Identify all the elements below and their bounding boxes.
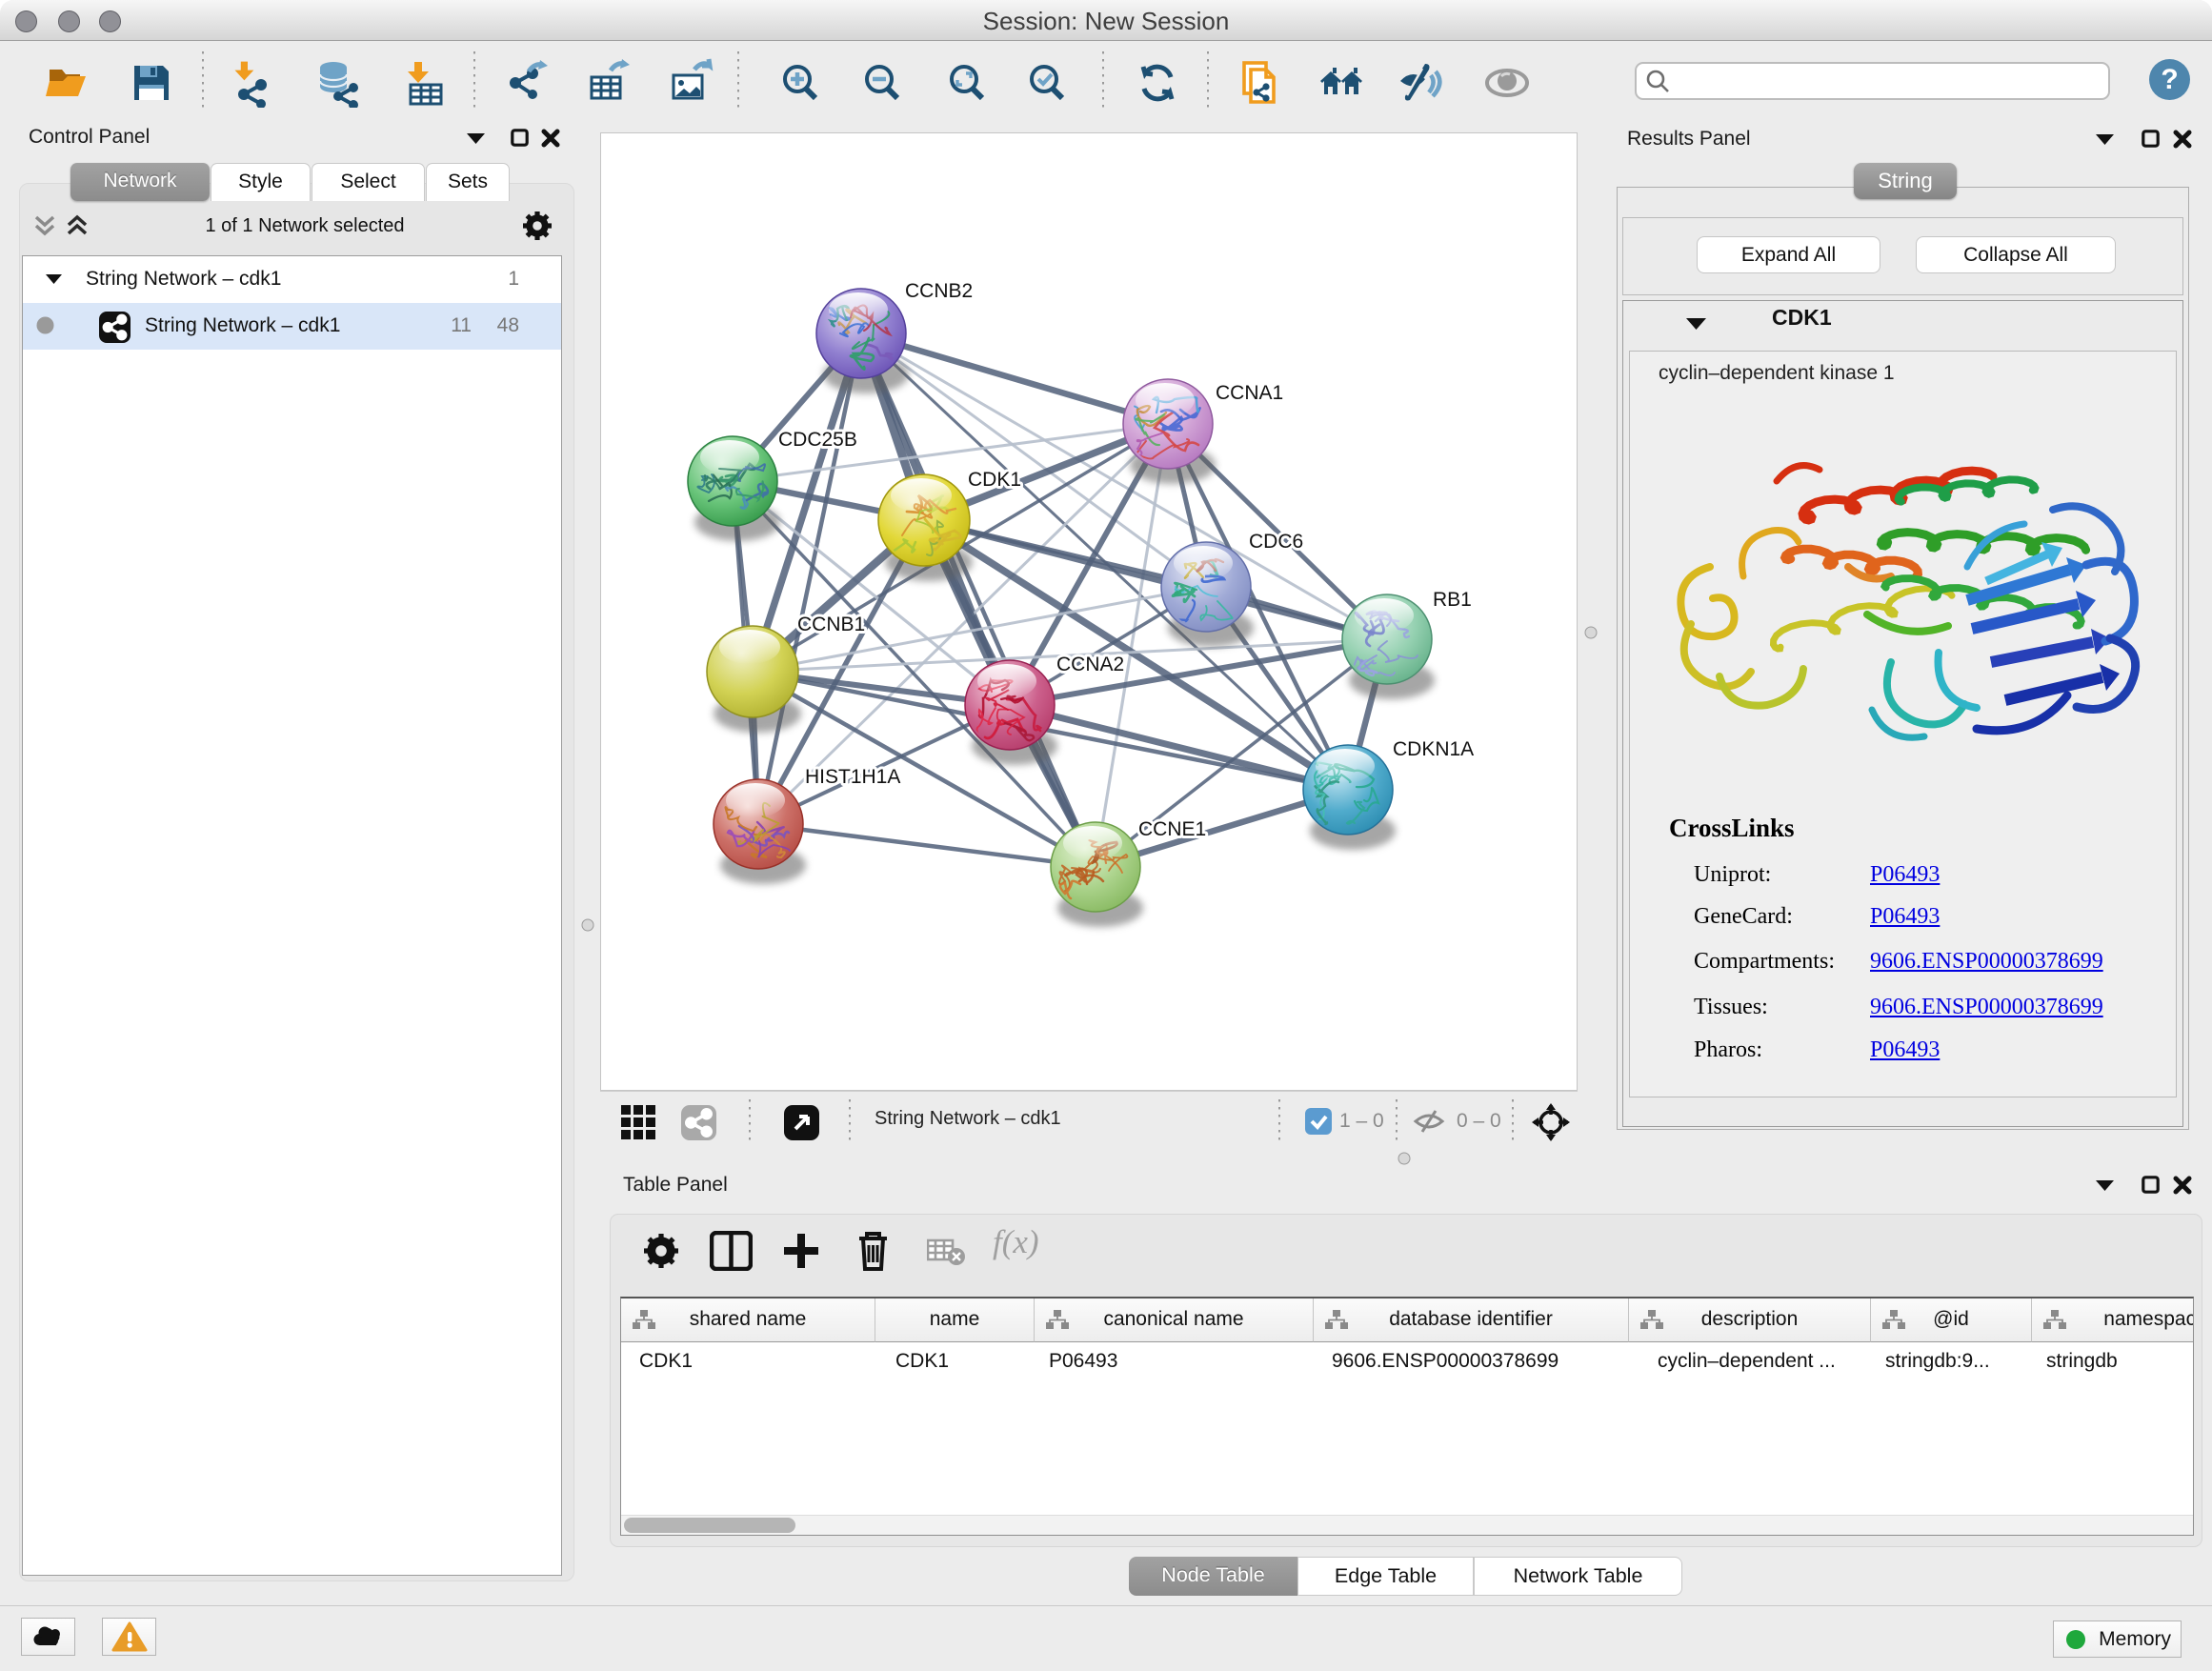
svg-text:CDKN1A: CDKN1A	[1393, 738, 1474, 760]
svg-text:CCNB1: CCNB1	[797, 614, 865, 635]
svg-text:CDK1: CDK1	[968, 469, 1021, 491]
svg-text:CCNE1: CCNE1	[1138, 818, 1206, 840]
svg-text:CDC25B: CDC25B	[778, 429, 857, 451]
svg-text:CCNA2: CCNA2	[1056, 654, 1124, 675]
svg-text:CCNB2: CCNB2	[905, 280, 973, 302]
svg-text:HIST1H1A: HIST1H1A	[805, 766, 900, 788]
svg-text:RB1: RB1	[1433, 589, 1472, 611]
svg-text:CDC6: CDC6	[1249, 531, 1303, 553]
svg-text:CCNA1: CCNA1	[1216, 382, 1283, 404]
